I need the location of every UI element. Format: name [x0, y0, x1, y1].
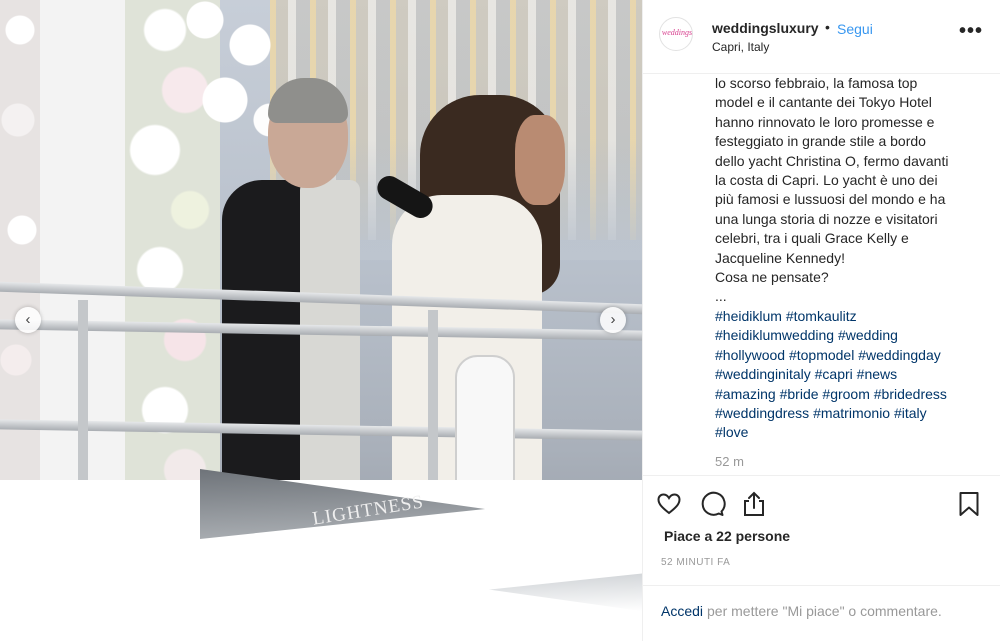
- more-options-button[interactable]: •••: [959, 20, 983, 43]
- hashtag-link[interactable]: #tomkaulitz: [786, 308, 857, 324]
- previous-photo-button[interactable]: ‹: [15, 307, 41, 333]
- chevron-left-icon: ‹: [25, 311, 31, 328]
- hashtag-link[interactable]: #heidiklumwedding: [715, 327, 834, 343]
- hashtag-link[interactable]: #matrimonio: [813, 405, 890, 421]
- hashtag-link[interactable]: #hollywood: [715, 347, 785, 363]
- hashtag-link[interactable]: #topmodel: [789, 347, 854, 363]
- caption-line: lo scorso febbraio, la famosa top: [715, 75, 918, 91]
- avatar[interactable]: weddings: [659, 17, 693, 51]
- caption-line: ...: [715, 288, 727, 305]
- caption-line: Cosa ne pensate?: [715, 269, 829, 286]
- post-photo[interactable]: LIGHTNESS ‹ ›: [0, 0, 642, 641]
- follow-button[interactable]: Segui: [837, 21, 873, 37]
- hashtag-link[interactable]: #bridedress: [874, 386, 947, 402]
- caption-line: la costa di Capri. Lo yacht è uno dei: [715, 172, 938, 189]
- hashtag-line: #love: [715, 423, 985, 442]
- caption-line: festeggiato in grande stile a bordo: [715, 133, 926, 150]
- share-button[interactable]: [740, 490, 768, 518]
- hashtag-link[interactable]: #amazing: [715, 386, 776, 402]
- hashtag-line: #heidiklum #tomkaulitz: [715, 307, 985, 326]
- hashtag-link[interactable]: #italy: [894, 405, 927, 421]
- login-link[interactable]: Accedi: [661, 603, 703, 619]
- caption-line: model e il cantante dei Tokyo Hotel: [715, 94, 932, 111]
- caption-line: dello yacht Christina O, fermo davanti: [715, 152, 949, 169]
- username-link[interactable]: weddingsluxury: [712, 20, 819, 36]
- post-timestamp[interactable]: 52 MINUTI FA: [661, 557, 730, 568]
- login-prompt-text: per mettere "Mi piace" o commentare.: [707, 603, 942, 619]
- avatar-logo-text: weddings: [661, 28, 693, 37]
- chevron-right-icon: ›: [610, 311, 616, 328]
- caption-line: una lunga storia di nozze e visitatori: [715, 210, 938, 227]
- hashtag-link[interactable]: #news: [857, 366, 897, 382]
- hashtag-line: #weddingdress #matrimonio #italy: [715, 404, 985, 423]
- hashtag-link[interactable]: #weddingdress: [715, 405, 809, 421]
- hashtag-link[interactable]: #wedding: [838, 327, 898, 343]
- next-photo-button[interactable]: ›: [600, 307, 626, 333]
- location-link[interactable]: Capri, Italy: [712, 40, 769, 54]
- hashtag-link[interactable]: #weddinginitaly: [715, 366, 811, 382]
- bookmark-icon: [959, 492, 979, 516]
- separator-dot: •: [825, 19, 830, 35]
- heart-icon: [657, 493, 681, 515]
- photo-person-right-face: [515, 115, 565, 205]
- photo-railing-post: [78, 300, 88, 490]
- more-options-icon: •••: [959, 20, 984, 42]
- hashtag-link[interactable]: #bride: [780, 386, 819, 402]
- hashtag-line: #weddinginitaly #capri #news: [715, 365, 985, 384]
- likes-count[interactable]: Piace a 22 persone: [664, 528, 790, 544]
- hashtag-link[interactable]: #love: [715, 424, 748, 440]
- hashtag-line: #heidiklumwedding #wedding: [715, 326, 985, 345]
- caption-line: hanno rinnovato le loro promesse e: [715, 113, 935, 130]
- post-caption: lo scorso febbraio, la famosa top model …: [715, 74, 985, 472]
- photo-person-left-stole: [300, 180, 360, 500]
- post-header: weddings weddingsluxury • Segui Capri, I…: [643, 0, 1000, 74]
- hashtag-link[interactable]: #capri: [815, 366, 853, 382]
- like-button[interactable]: [655, 490, 683, 518]
- caption-line: più famosi e lussuosi del mondo e ha: [715, 191, 946, 208]
- post-side-panel: weddings weddingsluxury • Segui Capri, I…: [642, 0, 1000, 641]
- hashtag-link[interactable]: #groom: [822, 386, 869, 402]
- hashtag-line: #amazing #bride #groom #bridedress: [715, 385, 985, 404]
- comment-icon: [701, 491, 726, 516]
- post-actions-bar: [643, 475, 1000, 525]
- caption-time-ago: 52 m: [715, 454, 744, 469]
- save-button[interactable]: [955, 490, 983, 518]
- hashtag-link[interactable]: #weddingday: [858, 347, 941, 363]
- caption-line: Jacqueline Kennedy!: [715, 249, 845, 266]
- hashtag-line: #hollywood #topmodel #weddingday: [715, 346, 985, 365]
- share-icon: [744, 491, 764, 516]
- comment-button[interactable]: [698, 490, 726, 518]
- photo-flowers-left: [0, 0, 40, 480]
- login-prompt-bar: Accedi per mettere "Mi piace" o commenta…: [643, 585, 1000, 641]
- hashtag-link[interactable]: #heidiklum: [715, 308, 782, 324]
- caption-line: celebri, tra i quali Grace Kelly e: [715, 230, 909, 247]
- hashtag-list: #heidiklum #tomkaulitz #heidiklumwedding…: [715, 307, 985, 443]
